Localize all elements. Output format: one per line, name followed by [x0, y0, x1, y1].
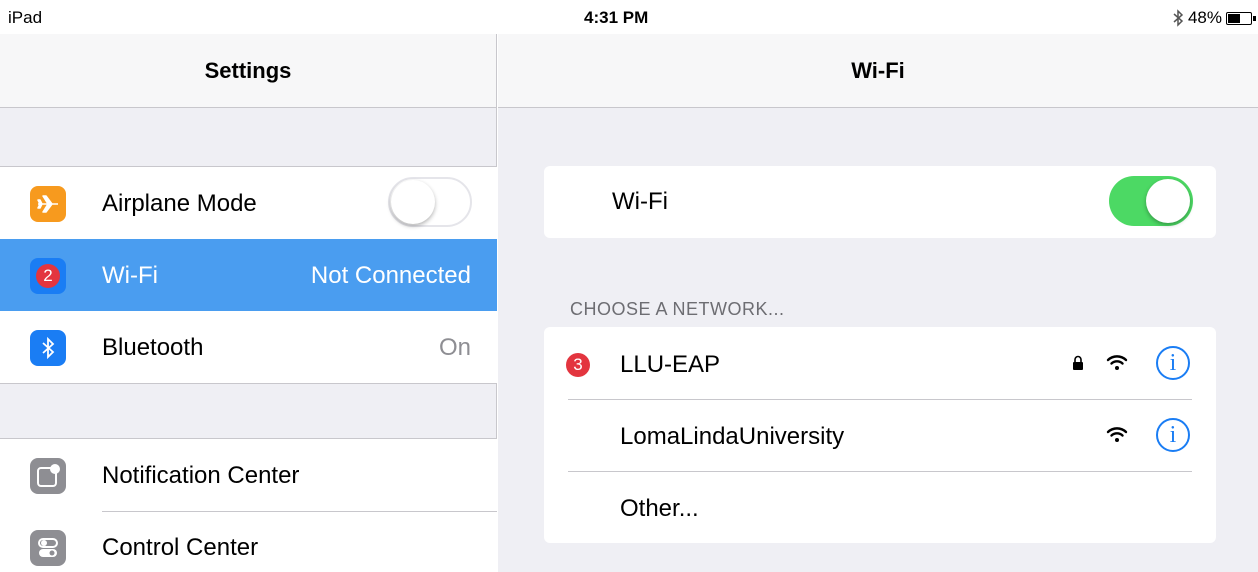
network-name: LLU-EAP	[620, 351, 721, 378]
control-center-glyph	[38, 538, 58, 557]
bluetooth-label: Bluetooth	[102, 334, 204, 361]
network-name: Other...	[620, 495, 699, 522]
bluetooth-value: On	[438, 334, 471, 361]
battery-nub	[1253, 15, 1256, 21]
wifi-badge: 2	[36, 264, 60, 288]
bluetooth-glyph	[42, 336, 55, 360]
lock-icon	[1073, 355, 1083, 370]
toggle-knob	[391, 180, 435, 224]
wifi-signal-icon	[1106, 355, 1128, 370]
wifi-toggle-card: Wi-Fi	[544, 166, 1216, 238]
network-badge: 3	[566, 353, 590, 377]
settings-row-airplane-mode[interactable]: Airplane Mode	[0, 167, 497, 239]
network-info-icon[interactable]: i	[1156, 346, 1190, 380]
settings-pane: Settings Airplane Mode 2 Wi-Fi Not Conne…	[0, 34, 497, 572]
airplane-mode-label: Airplane Mode	[102, 190, 257, 217]
wifi-signal-icon	[1106, 427, 1128, 442]
status-indicators: 48%	[1172, 8, 1256, 28]
battery-fill	[1228, 13, 1240, 23]
wifi-icon: 2	[30, 258, 66, 294]
battery-percent: 48%	[1187, 8, 1222, 27]
airplane-glyph	[37, 195, 58, 213]
airplane-icon	[30, 186, 66, 222]
battery-icon	[1226, 11, 1256, 25]
network-row-lomalindauniversity[interactable]: LomaLindaUniversity i	[544, 399, 1216, 471]
notification-center-icon	[30, 458, 66, 494]
notification-center-label: Notification Center	[102, 462, 300, 489]
status-time: 4:31 PM	[584, 8, 649, 27]
wifi-detail-pane: Wi-Fi Wi-Fi CHOOSE A NETWORK... 3 LLU-EA…	[498, 34, 1258, 572]
control-center-label: Control Center	[102, 534, 259, 561]
bluetooth-status-icon	[1173, 9, 1184, 27]
settings-group-connectivity: Airplane Mode 2 Wi-Fi Not Connected Blue…	[0, 166, 497, 384]
choose-network-header: CHOOSE A NETWORK...	[570, 299, 785, 319]
notification-center-glyph	[37, 464, 60, 487]
settings-nav-bar: Settings	[0, 34, 496, 108]
status-bar: iPad 4:31 PM 48%	[0, 0, 1258, 34]
network-name: LomaLindaUniversity	[620, 423, 845, 450]
settings-row-wifi[interactable]: 2 Wi-Fi Not Connected	[0, 239, 497, 311]
settings-row-control-center[interactable]: Control Center	[0, 511, 497, 572]
bluetooth-icon	[30, 330, 66, 366]
control-center-icon	[30, 530, 66, 566]
settings-row-notification-center[interactable]: Notification Center	[0, 439, 497, 511]
settings-group-centers: Notification Center Control Center	[0, 438, 497, 572]
wifi-toggle-label: Wi-Fi	[612, 188, 668, 215]
network-info-icon[interactable]: i	[1156, 418, 1190, 452]
wifi-nav-bar: Wi-Fi	[498, 34, 1258, 108]
settings-row-bluetooth[interactable]: Bluetooth On	[0, 311, 497, 383]
network-row-llu-eap[interactable]: 3 LLU-EAP i	[544, 327, 1216, 399]
settings-title: Settings	[204, 58, 292, 83]
network-list: 3 LLU-EAP i LomaLindaUniversity i Other.…	[544, 327, 1216, 543]
wifi-title: Wi-Fi	[851, 58, 905, 83]
wifi-toggle[interactable]	[1109, 176, 1193, 226]
toggle-knob	[1146, 179, 1190, 223]
device-name: iPad	[8, 8, 43, 27]
network-row-other[interactable]: Other...	[544, 471, 1216, 543]
airplane-mode-toggle[interactable]	[388, 177, 472, 227]
wifi-status-value: Not Connected	[310, 262, 471, 289]
wifi-label: Wi-Fi	[102, 262, 158, 289]
